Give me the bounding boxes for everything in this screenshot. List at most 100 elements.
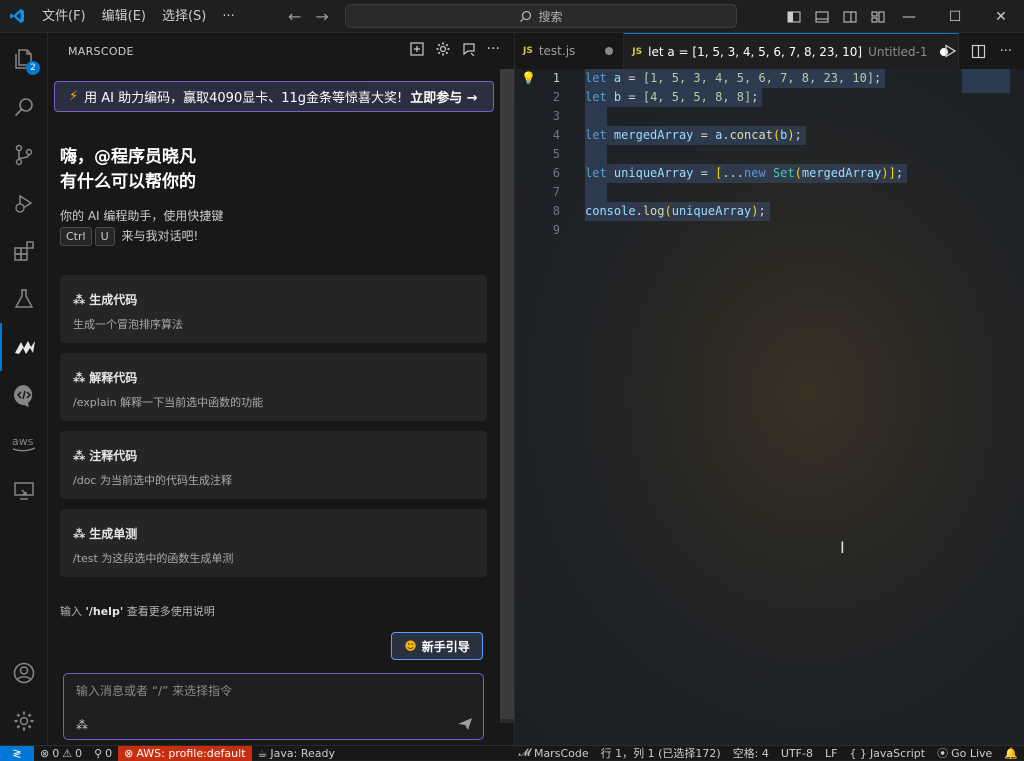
- minimap[interactable]: [962, 69, 1010, 93]
- onboarding-guide-button[interactable]: ☻ 新手引导: [391, 632, 483, 660]
- language-mode[interactable]: { } JavaScript: [843, 746, 931, 761]
- aws-error-icon: ⊗: [124, 746, 134, 760]
- send-icon[interactable]: [457, 716, 473, 732]
- line-number-gutter: 💡 1 2 3 4 5 6 7 8 9: [515, 69, 585, 745]
- back-arrow-icon[interactable]: ←: [288, 7, 301, 26]
- sidebar-title: MARSCODE: [68, 44, 134, 58]
- sidebar-scrollbar[interactable]: [500, 69, 514, 723]
- ports-indicator[interactable]: ⚲ 0: [88, 746, 118, 761]
- tab-description: Untitled-1: [868, 44, 928, 59]
- chat-input-box: ⁂: [63, 673, 484, 740]
- line-number: 4: [552, 128, 560, 142]
- minimize-icon[interactable]: —: [886, 0, 932, 33]
- maximize-icon[interactable]: ☐: [932, 0, 978, 33]
- line-number: 8: [552, 204, 560, 218]
- feedback-icon[interactable]: [461, 41, 477, 57]
- search-view-icon[interactable]: [0, 83, 48, 131]
- close-icon[interactable]: ✕: [978, 0, 1024, 33]
- code-editor[interactable]: 💡 1 2 3 4 5 6 7 8 9 let a = [1, 5, 3, 4,…: [515, 69, 1024, 745]
- problems-indicator[interactable]: ⊗ 0 ⚠ 0: [34, 746, 88, 761]
- extensions-icon[interactable]: [0, 227, 48, 275]
- marscode-small-icon: 𝓜: [518, 746, 531, 759]
- menu-more[interactable]: ···: [214, 0, 242, 33]
- tab-label: test.js: [538, 44, 576, 58]
- aws-profile-indicator[interactable]: ⊗ AWS: profile:default: [118, 745, 252, 761]
- command-center-search[interactable]: 搜索: [345, 4, 737, 28]
- marscode-icon[interactable]: [0, 323, 48, 371]
- run-play-icon[interactable]: [943, 44, 957, 58]
- remote-explorer-icon[interactable]: [0, 467, 48, 515]
- navigation-arrows: ← →: [288, 0, 329, 33]
- lightning-icon: ⚡: [69, 89, 79, 104]
- forward-arrow-icon[interactable]: →: [315, 7, 328, 26]
- marscode-status[interactable]: 𝓜 MarsCode: [513, 746, 595, 761]
- java-status[interactable]: ☕ Java: Ready: [252, 746, 341, 761]
- title-bar: 文件(F) 编辑(E) 选择(S) ··· ← → 搜索 — ☐ ✕: [0, 0, 1024, 33]
- quick-action-comment-code[interactable]: ⁂ 注释代码 /doc 为当前选中的代码生成注释: [60, 431, 487, 499]
- toggle-secondary-sidebar-icon[interactable]: [842, 9, 858, 25]
- chat-input[interactable]: [76, 680, 471, 702]
- toggle-panel-icon[interactable]: [814, 9, 830, 25]
- menu-bar: 文件(F) 编辑(E) 选择(S) ···: [34, 0, 243, 33]
- gear-icon[interactable]: [435, 41, 451, 57]
- help-hint: 输入 '/help' 查看更多使用说明: [60, 603, 215, 619]
- activity-bar: 2 aws: [0, 33, 48, 745]
- braces-icon: { }: [849, 746, 867, 760]
- more-actions-icon[interactable]: ···: [487, 41, 500, 57]
- cursor-position[interactable]: 行 1，列 1 (已选择172): [595, 746, 727, 761]
- window-controls: — ☐ ✕: [886, 0, 1024, 33]
- run-debug-icon[interactable]: [0, 179, 48, 227]
- settings-gear-icon[interactable]: [0, 697, 48, 745]
- search-icon: [520, 10, 532, 22]
- broadcast-icon: ⦿: [937, 747, 949, 760]
- promo-banner[interactable]: ⚡ 用 AI 助力编码，赢取4090显卡、11g金条等惊喜大奖! 立即参与 →: [54, 81, 494, 112]
- code-chat-icon[interactable]: [0, 371, 48, 419]
- identifier: b: [613, 90, 622, 104]
- quick-action-generate-code[interactable]: ⁂ 生成代码 生成一个冒泡排序算法: [60, 275, 487, 343]
- quick-action-generate-tests[interactable]: ⁂ 生成单测 /test 为这段选中的函数生成单测: [60, 509, 487, 577]
- keyword: let: [585, 90, 607, 104]
- explorer-icon[interactable]: 2: [0, 35, 48, 83]
- remote-indicator[interactable]: ≷: [0, 745, 34, 761]
- coffee-icon: ☕: [257, 746, 268, 760]
- aws-icon[interactable]: aws: [0, 419, 48, 467]
- end-of-line[interactable]: LF: [819, 746, 843, 761]
- identifier: mergedArray: [801, 166, 882, 180]
- prompt-sparkle-icon[interactable]: ⁂: [76, 718, 88, 732]
- go-live-button[interactable]: ⦿ Go Live: [931, 746, 998, 761]
- greeting-line-2: 有什么可以帮你的: [60, 172, 196, 192]
- unsaved-dot-icon[interactable]: [605, 47, 614, 55]
- menu-edit[interactable]: 编辑(E): [94, 0, 154, 33]
- javascript-file-icon: JS: [523, 46, 533, 56]
- menu-selection[interactable]: 选择(S): [154, 0, 214, 33]
- tab-test-js[interactable]: JS test.js: [515, 33, 625, 69]
- toggle-primary-sidebar-icon[interactable]: [786, 9, 802, 25]
- card-title: 解释代码: [89, 371, 138, 385]
- source-control-icon[interactable]: [0, 131, 48, 179]
- line-number: 3: [552, 109, 560, 123]
- tab-untitled-1[interactable]: JS let a = [1, 5, 3, 4, 5, 6, 7, 8, 23, …: [624, 33, 959, 69]
- accounts-icon[interactable]: [0, 649, 48, 697]
- greeting-line-1: 嗨，@程序员晓凡: [60, 147, 196, 167]
- method: concat: [729, 128, 773, 142]
- keyword: let: [585, 166, 607, 180]
- code-line-2: let b = [4, 5, 5, 8, 8];: [585, 88, 763, 107]
- editor-more-icon[interactable]: ···: [1000, 44, 1012, 59]
- banner-cta-link[interactable]: 立即参与 →: [410, 87, 477, 106]
- assistant-line-2: 来与我对话吧!: [121, 229, 199, 243]
- identifier: uniqueArray: [613, 166, 694, 180]
- encoding[interactable]: UTF-8: [775, 746, 819, 761]
- keyword: let: [585, 71, 607, 85]
- menu-file[interactable]: 文件(F): [34, 0, 94, 33]
- quick-action-explain-code[interactable]: ⁂ 解释代码 /explain 解释一下当前选中函数的功能: [60, 353, 487, 421]
- indentation[interactable]: 空格: 4: [727, 746, 775, 761]
- notifications-icon[interactable]: 🔔: [998, 746, 1024, 761]
- split-editor-icon[interactable]: [971, 44, 986, 59]
- help-prefix: 输入: [60, 605, 86, 618]
- method: log: [642, 204, 665, 218]
- customize-layout-icon[interactable]: [870, 9, 886, 25]
- testing-flask-icon[interactable]: [0, 275, 48, 323]
- new-chat-icon[interactable]: [409, 41, 425, 57]
- layout-controls: [786, 0, 886, 33]
- card-desc: /explain 解释一下当前选中函数的功能: [73, 396, 264, 409]
